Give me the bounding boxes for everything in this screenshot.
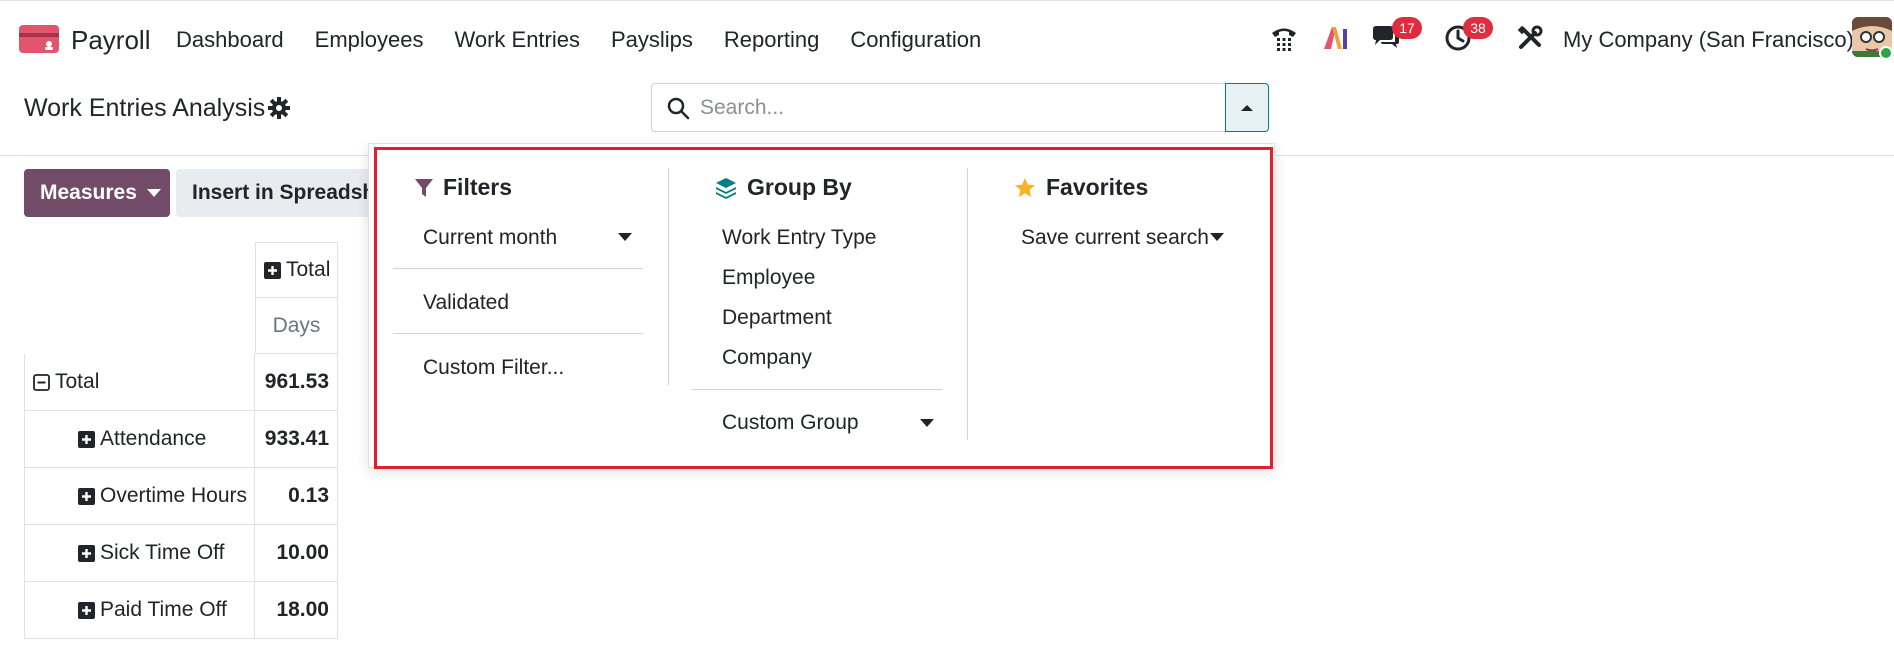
measures-button[interactable]: Measures <box>24 169 170 217</box>
filters-divider <box>393 268 643 269</box>
search-icon <box>667 97 690 120</box>
search-panel-dropdown: Filters Current month Validated Custom F… <box>368 143 1275 468</box>
caret-down-icon[interactable] <box>920 419 934 427</box>
column-header-label: Total <box>286 258 331 281</box>
custom-filter-link[interactable]: Custom Filter... <box>423 356 564 380</box>
main-menu: Dashboard Employees Work Entries Payslip… <box>176 27 1012 53</box>
group-by-employee[interactable]: Employee <box>722 266 815 290</box>
pivot-cell[interactable]: 0.13 <box>255 468 338 525</box>
gear-icon[interactable] <box>268 97 290 119</box>
menu-payslips[interactable]: Payslips <box>611 27 693 53</box>
expand-plus-icon <box>78 601 95 619</box>
star-icon <box>1015 177 1035 197</box>
filter-icon <box>415 178 433 197</box>
filters-divider <box>393 333 643 334</box>
expand-plus-icon <box>264 261 281 279</box>
insert-in-spreadsheet-button[interactable]: Insert in Spreadsheet <box>176 169 376 217</box>
caret-down-icon <box>146 189 161 197</box>
menu-configuration[interactable]: Configuration <box>850 27 981 53</box>
expand-plus-icon <box>78 544 95 562</box>
pivot-row-header[interactable]: Paid Time Off <box>24 582 255 639</box>
search-panel-toggle-button[interactable] <box>1225 83 1269 132</box>
payroll-app-icon[interactable] <box>19 25 59 53</box>
group-by-work-entry-type[interactable]: Work Entry Type <box>722 226 876 250</box>
group-by-divider <box>692 389 942 390</box>
layers-icon <box>716 177 736 199</box>
favorites-title: Favorites <box>1046 174 1149 200</box>
filters-header: Filters <box>415 174 512 201</box>
expand-plus-icon <box>78 430 95 448</box>
group-by-header: Group By <box>715 174 852 201</box>
search-input[interactable] <box>700 94 1200 122</box>
row-label: Total <box>55 370 100 393</box>
measures-label: Measures <box>40 181 137 204</box>
ai-icon[interactable] <box>1319 21 1353 55</box>
pivot-cell[interactable]: 10.00 <box>255 525 338 582</box>
page-title: Work Entries Analysis <box>24 94 266 122</box>
activities-badge: 38 <box>1463 17 1493 39</box>
pivot-cell[interactable]: 961.53 <box>255 354 338 411</box>
favorites-header: Favorites <box>1014 174 1148 201</box>
search-bar <box>651 83 1226 132</box>
group-by-company[interactable]: Company <box>722 346 812 370</box>
caret-down-icon[interactable] <box>1210 233 1224 241</box>
debug-tools-icon[interactable] <box>1513 21 1547 55</box>
menu-work-entries[interactable]: Work Entries <box>454 27 580 53</box>
filter-current-month[interactable]: Current month <box>423 226 557 250</box>
expand-plus-icon <box>78 487 95 505</box>
pivot-row-header-total[interactable]: Total <box>24 354 255 411</box>
group-by-title: Group By <box>747 174 852 200</box>
menu-employees[interactable]: Employees <box>315 27 424 53</box>
row-label: Paid Time Off <box>100 598 227 621</box>
menu-dashboard[interactable]: Dashboard <box>176 27 284 53</box>
measure-header[interactable]: Days <box>255 298 338 354</box>
group-by-department[interactable]: Department <box>722 306 832 330</box>
pivot-row-header[interactable]: Attendance <box>24 411 255 468</box>
app-name[interactable]: Payroll <box>71 25 150 56</box>
pivot-column-header[interactable]: Total <box>255 242 338 298</box>
row-label: Attendance <box>100 427 207 450</box>
pivot-row-header[interactable]: Overtime Hours <box>24 468 255 525</box>
custom-group-select[interactable]: Custom Group <box>722 411 859 435</box>
filters-column: Filters Current month Validated Custom F… <box>369 144 669 467</box>
company-switcher[interactable]: My Company (San Francisco) <box>1563 27 1854 53</box>
caret-up-icon <box>1241 104 1253 111</box>
online-status-dot <box>1879 46 1893 60</box>
group-by-column: Group By Work Entry Type Employee Depart… <box>669 144 967 467</box>
phone-icon[interactable] <box>1267 21 1301 55</box>
filters-title: Filters <box>443 174 513 200</box>
row-label: Sick Time Off <box>100 541 225 564</box>
menu-reporting[interactable]: Reporting <box>724 27 819 53</box>
messages-badge: 17 <box>1392 17 1422 39</box>
filter-validated[interactable]: Validated <box>423 291 509 315</box>
save-current-search[interactable]: Save current search <box>1021 226 1209 250</box>
caret-down-icon[interactable] <box>618 233 632 241</box>
pivot-cell[interactable]: 18.00 <box>255 582 338 639</box>
favorites-column: Favorites Save current search <box>968 144 1268 467</box>
collapse-minus-icon <box>33 373 50 391</box>
row-label: Overtime Hours <box>100 484 248 507</box>
pivot-cell[interactable]: 933.41 <box>255 411 338 468</box>
top-navbar: Payroll Dashboard Employees Work Entries… <box>0 0 1894 76</box>
pivot-row-header[interactable]: Sick Time Off <box>24 525 255 582</box>
